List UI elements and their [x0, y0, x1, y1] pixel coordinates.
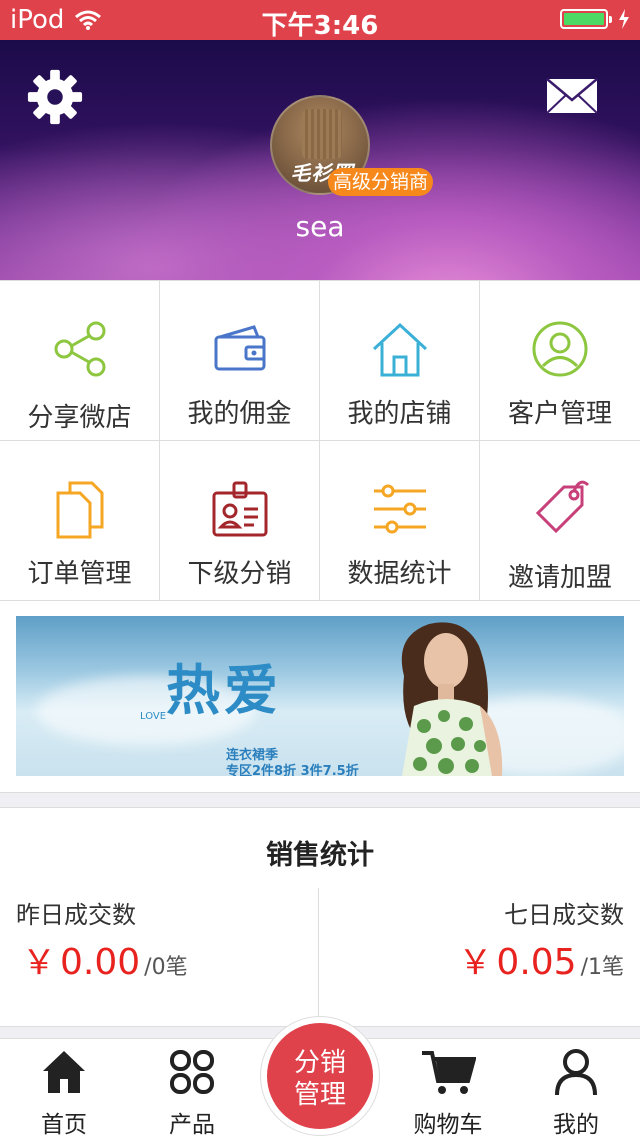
gear-icon[interactable] [26, 68, 84, 126]
grid-item-statistics[interactable]: 数据统计 [320, 441, 480, 601]
tab-label: 首页 [41, 1112, 87, 1136]
grid-label: 数据统计 [347, 559, 452, 589]
tab-label: 产品 [169, 1112, 215, 1136]
app: iPod 下午3:46 毛衫圈 高级分销商 sea 分享微店 我的佣金 我的店铺… [0, 0, 640, 1136]
tab-label: 购物车 [413, 1112, 483, 1136]
yesterday-amount: 0.00 [60, 942, 141, 983]
banner-line-2: 专区2件8折 3件7.5折 [226, 764, 359, 776]
grid-label: 订单管理 [27, 559, 132, 589]
mail-icon[interactable] [546, 78, 598, 114]
grid-item-customers[interactable]: 客户管理 [480, 281, 640, 441]
status-bar: iPod 下午3:46 [0, 0, 640, 41]
id-badge-icon [212, 481, 267, 537]
week-label: 七日成交数 [504, 901, 624, 929]
yesterday-label: 昨日成交数 [16, 901, 136, 929]
person-icon [555, 1049, 597, 1096]
center-button-line-2: 管理 [293, 1080, 346, 1110]
grid-label: 下级分销 [187, 559, 292, 589]
section-separator [0, 792, 640, 808]
yesterday-amount-row: ￥ 0.00 /0笔 [22, 935, 188, 984]
grid-label: 我的佣金 [187, 399, 292, 429]
grid-item-subdistribution[interactable]: 下级分销 [160, 441, 320, 601]
sliders-icon [373, 484, 426, 534]
feature-grid: 分享微店 我的佣金 我的店铺 客户管理 订单管理 下级分销 数据统计 邀请加盟 [0, 280, 640, 601]
tab-cart[interactable]: 购物车 [388, 1039, 508, 1136]
distribution-management-button[interactable]: 分销 管理 [260, 1016, 380, 1136]
profile-header: 毛衫圈 高级分销商 sea [0, 40, 640, 280]
tab-products[interactable]: 产品 [132, 1039, 252, 1136]
week-amount-row: ￥ 0.05 /1笔 [458, 935, 624, 984]
week-count: /1笔 [580, 955, 624, 980]
home-icon [43, 1051, 85, 1093]
grid-label: 客户管理 [507, 399, 612, 429]
documents-icon [56, 481, 103, 539]
center-button-line-1: 分销 [293, 1048, 346, 1078]
tab-mine[interactable]: 我的 [516, 1039, 636, 1136]
grid-label: 我的店铺 [347, 399, 452, 429]
promo-banner[interactable]: LOVE 热爱 连衣裙季 专区2件8折 3件7.5折 [16, 616, 624, 776]
grid-item-store[interactable]: 我的店铺 [320, 281, 480, 441]
tab-label: 我的 [553, 1112, 599, 1136]
banner-title: 热爱 [166, 659, 282, 722]
avatar-sweater [302, 109, 342, 159]
tab-home[interactable]: 首页 [4, 1039, 124, 1136]
grid-label: 分享微店 [27, 403, 132, 433]
grid-item-share[interactable]: 分享微店 [0, 281, 160, 441]
cart-icon [422, 1051, 476, 1094]
week-amount: 0.05 [496, 942, 577, 983]
stats-divider [318, 888, 319, 1026]
tag-icon [535, 480, 590, 534]
grid-item-orders[interactable]: 订单管理 [0, 441, 160, 601]
model-image [401, 622, 503, 776]
wallet-icon [214, 325, 265, 371]
status-right [560, 9, 630, 29]
grid-label: 邀请加盟 [507, 563, 612, 593]
grid-icon [170, 1050, 214, 1094]
sales-stats-title: 销售统计 [266, 840, 374, 871]
yesterday-currency: ￥ [22, 943, 56, 983]
center-button-face: 分销 管理 [267, 1023, 373, 1129]
charging-icon [619, 9, 629, 29]
share-icon [54, 321, 105, 377]
status-time: 下午3:46 [261, 11, 379, 41]
week-currency: ￥ [458, 943, 493, 983]
user-circle-icon [532, 321, 588, 377]
username: sea [295, 210, 345, 243]
banner-love: LOVE [140, 711, 167, 722]
grid-item-invite[interactable]: 邀请加盟 [480, 441, 640, 601]
battery-icon [560, 9, 612, 29]
distributor-badge: 高级分销商 [328, 168, 434, 196]
house-icon [372, 322, 427, 377]
yesterday-count: /0笔 [144, 955, 188, 980]
grid-item-commission[interactable]: 我的佣金 [160, 281, 320, 441]
